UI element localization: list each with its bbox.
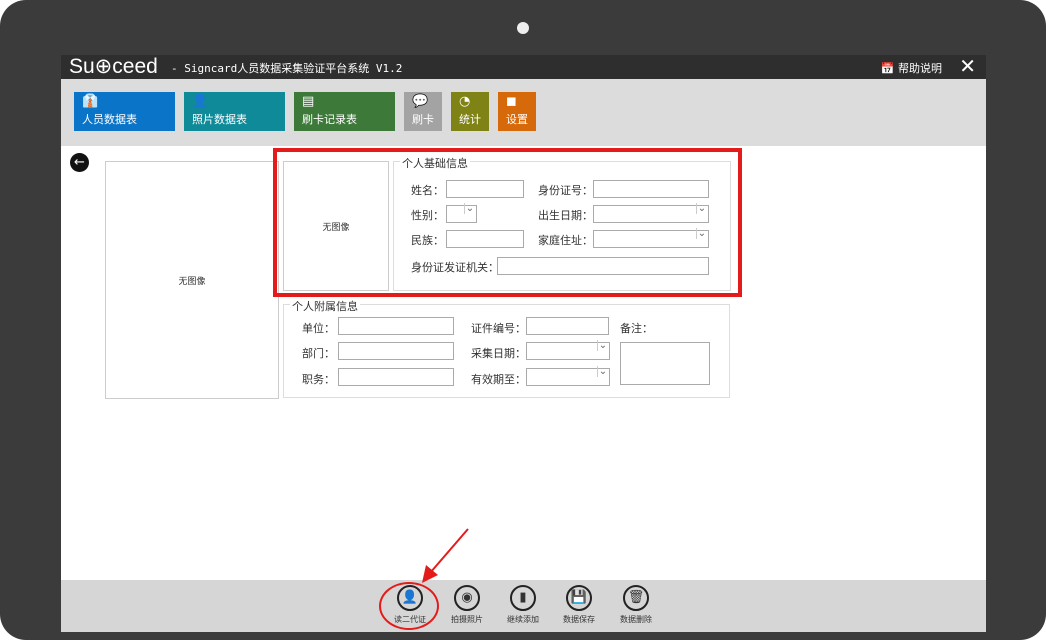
dept-input[interactable] <box>338 342 454 360</box>
save-data-button[interactable]: 💾 数据保存 <box>554 585 604 625</box>
expire-date-select[interactable] <box>526 366 610 386</box>
label-job: 职务： <box>302 373 335 386</box>
settings-button[interactable]: ◼ 设置 <box>498 92 536 131</box>
document-icon: ▮ <box>510 585 536 611</box>
stats-icon: ◔ <box>459 94 471 109</box>
toolbar: 👔 人员数据表 👤 照片数据表 ▤ 刷卡记录表 💬 刷卡 ◔ 统计 ◼ 设置 <box>61 79 986 146</box>
statistics-button[interactable]: ◔ 统计 <box>451 92 489 131</box>
label-collect-date: 采集日期： <box>471 347 526 360</box>
label-dept: 部门： <box>302 347 335 360</box>
remark-textarea[interactable] <box>620 342 710 385</box>
back-arrow-icon[interactable]: ← <box>70 153 89 172</box>
app-window: Su⊕ceed - Signcard人员数据采集验证平台系统 V1.2 📅 帮助… <box>61 55 986 632</box>
collect-date-select[interactable] <box>526 340 610 360</box>
list-icon: ▤ <box>302 94 315 109</box>
label-expire: 有效期至： <box>471 373 526 386</box>
title-bar: Su⊕ceed - Signcard人员数据采集验证平台系统 V1.2 📅 帮助… <box>61 55 986 79</box>
highlight-box <box>273 148 742 297</box>
trash-icon: 🗑 <box>623 585 649 611</box>
eye-icon: ◉ <box>454 585 480 611</box>
highlight-circle <box>379 582 439 630</box>
tab-photo-data[interactable]: 👤 照片数据表 <box>184 92 285 131</box>
action-bar: 👤 读二代证 ◉ 拍摄照片 ▮ 继续添加 💾 数据保存 🗑 数据删除 <box>61 580 986 632</box>
person-icon: 👤 <box>192 94 209 109</box>
unit-input[interactable] <box>338 317 454 335</box>
logo: Su⊕ceed <box>69 55 158 78</box>
calendar-check-icon: 📅 <box>880 62 898 75</box>
chat-icon: 💬 <box>412 94 429 109</box>
continue-add-button[interactable]: ▮ 继续添加 <box>498 585 548 625</box>
box-icon: ◼ <box>506 94 517 109</box>
form-area: ← 无图像 无图像 个人基础信息 姓名： 身份证号： 性别： 出生日期： 民族：… <box>61 146 986 580</box>
label-certno: 证件编号： <box>471 322 526 335</box>
close-button[interactable]: ✕ <box>959 55 976 77</box>
delete-data-button[interactable]: 🗑 数据删除 <box>611 585 661 625</box>
tab-card-records[interactable]: ▤ 刷卡记录表 <box>294 92 395 131</box>
help-button[interactable]: 📅 帮助说明 <box>881 60 942 76</box>
take-photo-button[interactable]: ◉ 拍摄照片 <box>442 585 492 625</box>
annotation-arrow <box>422 528 469 583</box>
job-input[interactable] <box>338 368 454 386</box>
tab-person-data[interactable]: 👔 人员数据表 <box>74 92 175 131</box>
swipe-card-button[interactable]: 💬 刷卡 <box>404 92 442 131</box>
label-remark: 备注： <box>620 322 653 335</box>
tie-icon: 👔 <box>82 94 99 109</box>
certno-input[interactable] <box>526 317 609 335</box>
camera-dot <box>517 22 529 34</box>
app-title: - Signcard人员数据采集验证平台系统 V1.2 <box>171 62 403 75</box>
photo-placeholder: 无图像 <box>105 161 279 399</box>
group-title: 个人附属信息 <box>290 298 360 314</box>
label-unit: 单位： <box>302 322 335 335</box>
save-icon: 💾 <box>566 585 592 611</box>
